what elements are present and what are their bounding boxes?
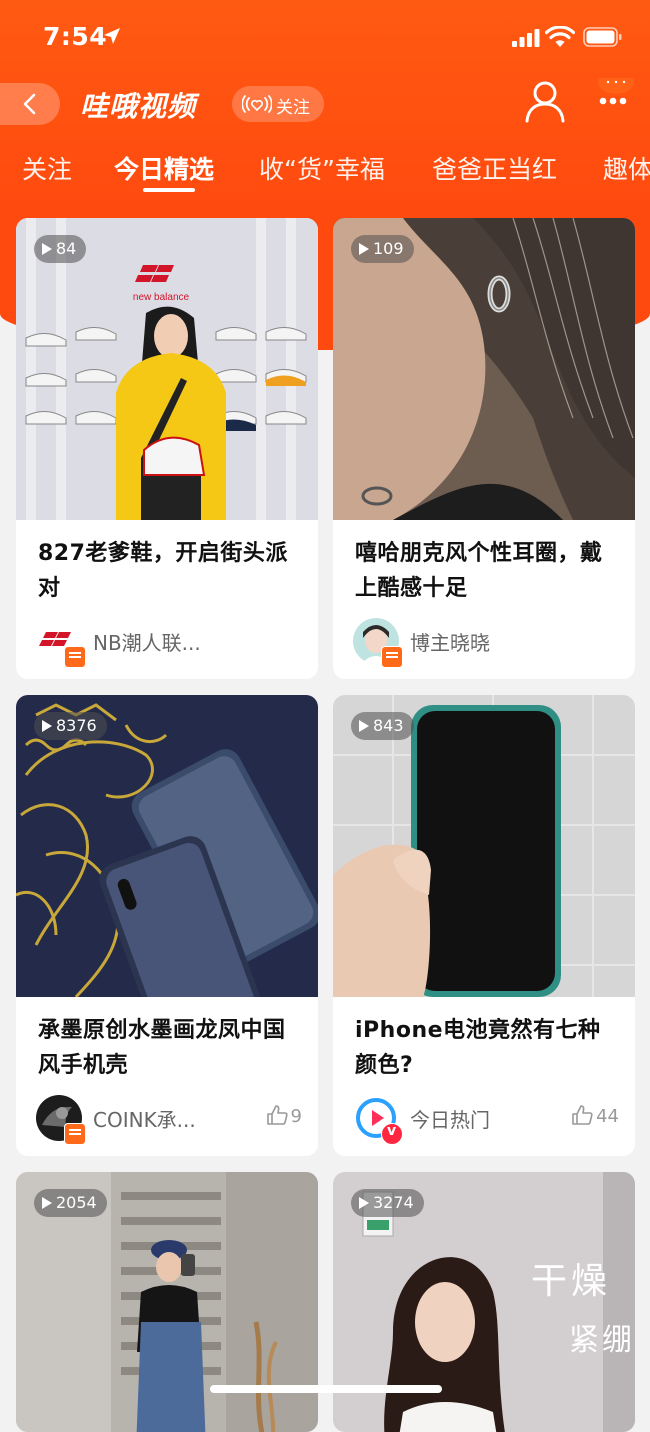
video-thumbnail [333, 218, 635, 520]
more-options-icon[interactable] [596, 78, 636, 122]
video-overlay-caption: 紧绷 [569, 1323, 635, 1358]
author-name: 博主晓晓 [410, 631, 490, 655]
video-card[interactable]: new balance 84 827老爹鞋，开启街头派对 NB潮人联... [16, 218, 318, 679]
like-count[interactable]: 9 [266, 1104, 302, 1127]
video-card[interactable]: 3274 干燥 紧绷 [333, 1172, 635, 1432]
verified-badge-icon [64, 646, 86, 668]
view-count: 2054 [34, 1189, 107, 1217]
video-overlay-caption: 干燥 [531, 1261, 612, 1302]
tab-shopping-happiness[interactable]: 收“货”幸福 [259, 150, 385, 186]
tab-fun[interactable]: 趣体 [603, 150, 650, 186]
follow-button[interactable]: 关注 [232, 86, 324, 122]
video-title: 嘻哈朋克风个性耳圈，戴上酷感十足 [355, 541, 603, 601]
active-tab-indicator [143, 188, 195, 192]
play-icon [42, 243, 52, 255]
video-title: iPhone电池竟然有七种颜色? [355, 1018, 601, 1078]
heart-broadcast-icon [242, 95, 272, 113]
status-bar: 7:54 [0, 0, 650, 78]
location-arrow-icon [104, 28, 120, 44]
author-name: NB潮人联... [93, 631, 201, 655]
like-count[interactable]: 44 [571, 1104, 619, 1127]
author-name: 今日热门 [410, 1108, 490, 1132]
video-card[interactable]: 843 iPhone电池竟然有七种颜色? 今日热门 44 [333, 695, 635, 1156]
author-row[interactable]: COINK承... 9 [36, 1095, 306, 1145]
video-thumbnail [16, 695, 318, 997]
page-title: 哇哦视频 [80, 90, 197, 123]
play-icon [359, 720, 369, 732]
tab-today-picks[interactable]: 今日精选 [114, 150, 214, 186]
play-icon [42, 1197, 52, 1209]
video-title: 827老爹鞋，开启街头派对 [38, 541, 288, 601]
video-title: 承墨原创水墨画龙凤中国风手机壳 [38, 1018, 286, 1078]
status-time: 7:54 [43, 22, 108, 51]
brand-logo-text: new balance [133, 292, 190, 303]
back-button[interactable] [0, 83, 60, 125]
author-row[interactable]: 今日热门 44 [353, 1095, 623, 1145]
view-count: 8376 [34, 712, 107, 740]
tab-dad[interactable]: 爸爸正当红 [432, 150, 557, 186]
v-badge-icon [381, 1123, 403, 1145]
video-thumbnail: new balance [16, 218, 318, 520]
video-card[interactable]: 109 嘻哈朋克风个性耳圈，戴上酷感十足 博主晓晓 [333, 218, 635, 679]
author-row[interactable]: NB潮人联... [36, 618, 306, 668]
tab-follow[interactable]: 关注 [22, 150, 72, 186]
thumbs-up-icon [266, 1105, 288, 1125]
video-card[interactable]: 8376 承墨原创水墨画龙凤中国风手机壳 COINK承... 9 [16, 695, 318, 1156]
user-profile-icon[interactable] [524, 79, 566, 123]
view-count: 3274 [351, 1189, 424, 1217]
category-tabs: 关注 今日精选 收“货”幸福 爸爸正当红 趣体 [0, 150, 650, 196]
cellular-signal-icon [512, 29, 540, 47]
follow-label: 关注 [276, 98, 310, 118]
view-count: 84 [34, 235, 87, 263]
view-count: 843 [351, 712, 414, 740]
video-card[interactable]: 2054 [16, 1172, 318, 1432]
battery-icon [583, 27, 622, 47]
view-count: 109 [351, 235, 414, 263]
verified-badge-icon [64, 1123, 86, 1145]
verified-badge-icon [381, 646, 403, 668]
home-indicator[interactable] [210, 1385, 442, 1393]
play-icon [359, 1197, 369, 1209]
author-row[interactable]: 博主晓晓 [353, 618, 623, 668]
wifi-icon [545, 26, 575, 47]
video-thumbnail [333, 695, 635, 997]
thumbs-up-icon [572, 1105, 593, 1125]
play-icon [359, 243, 369, 255]
author-name: COINK承... [93, 1108, 196, 1132]
play-icon [42, 720, 52, 732]
chevron-left-icon [23, 93, 36, 115]
